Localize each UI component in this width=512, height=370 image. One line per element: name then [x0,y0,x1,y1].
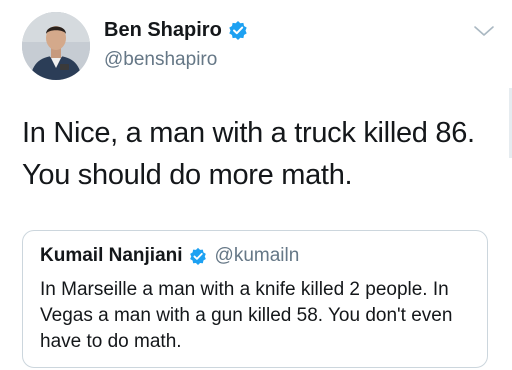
verified-badge-icon [228,20,248,40]
tweet-card: Ben Shapiro @benshapiro In Nice, a man w… [0,0,512,370]
tweet-text: In Nice, a man with a truck killed 86. Y… [22,117,475,191]
quoted-tweet-header: Kumail Nanjiani @kumailn [40,245,299,267]
chevron-down-icon[interactable] [473,24,495,43]
quoted-author-handle: @kumailn [214,245,300,266]
author-display-name[interactable]: Ben Shapiro [104,18,222,42]
quoted-tweet-text: In Marseille a man with a knife killed 2… [40,279,453,352]
author-handle[interactable]: @benshapiro [104,48,217,72]
avatar[interactable] [22,12,90,80]
author-name-row[interactable]: Ben Shapiro [104,18,248,42]
quoted-author-display-name: Kumail Nanjiani [40,245,183,266]
avatar-image [22,12,90,80]
quoted-verified-badge-icon [189,247,207,265]
quoted-tweet[interactable]: Kumail Nanjiani @kumailn In Marseille a … [22,230,488,368]
